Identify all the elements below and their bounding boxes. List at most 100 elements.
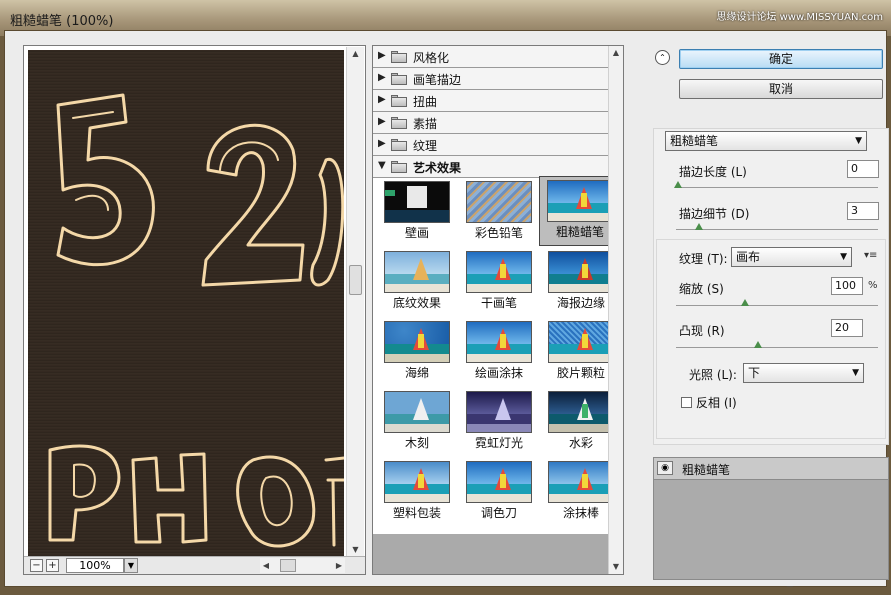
- stroke-detail-input[interactable]: 3: [847, 202, 879, 220]
- scroll-up-arrow-icon[interactable]: ▲: [347, 47, 364, 61]
- zoom-dropdown-icon[interactable]: ▼: [124, 558, 138, 573]
- thumbnail-label: 木刻: [404, 436, 429, 450]
- effect-layer-label: 粗糙蜡笔: [682, 463, 731, 477]
- filter-category-brush-strokes[interactable]: ▶ 画笔描边: [373, 68, 609, 90]
- filter-category-texture[interactable]: ▶ 纹理: [373, 134, 609, 156]
- scaling-track: [676, 305, 878, 306]
- eye-icon[interactable]: ◉: [657, 461, 673, 475]
- filter-list-scrollbar[interactable]: ▲ ▼: [608, 46, 623, 574]
- filter-thumb-palette-knife[interactable]: 调色刀: [459, 458, 539, 528]
- scroll-up-arrow-icon[interactable]: ▲: [609, 46, 623, 60]
- stroke-detail-slider[interactable]: [695, 223, 703, 230]
- texture-select-value: 画布: [736, 250, 761, 264]
- texture-select[interactable]: 画布 ▼: [731, 247, 852, 267]
- stroke-length-slider[interactable]: [674, 181, 682, 188]
- filter-thumb-underpainting[interactable]: 底纹效果: [377, 248, 457, 318]
- preview-horizontal-scrollbar[interactable]: ◀ ▶: [260, 558, 345, 573]
- expand-arrow-icon[interactable]: ▶: [378, 138, 386, 149]
- thumbnail-image: [548, 251, 614, 293]
- thumbnail-image: [384, 251, 450, 293]
- category-label: 素描: [413, 117, 438, 131]
- category-label: 画笔描边: [413, 73, 462, 87]
- filter-category-distort[interactable]: ▶ 扭曲: [373, 90, 609, 112]
- thumbnail-image: [548, 461, 614, 503]
- scroll-right-arrow-icon[interactable]: ▶: [333, 558, 345, 573]
- cancel-button[interactable]: 取消: [679, 79, 883, 99]
- invert-checkbox[interactable]: [681, 397, 692, 408]
- effect-layer-row[interactable]: ◉ 粗糙蜡笔: [654, 458, 888, 480]
- filter-select-value: 粗糙蜡笔: [670, 134, 719, 148]
- thumbnail-label: 彩色铅笔: [474, 226, 523, 240]
- thumbnail-image: [548, 391, 614, 433]
- thumbnail-image: [466, 181, 532, 223]
- filter-gallery-dialog: ▲ ▼ − + 100% ▼ ◀ ▶ ▶ 风格化 ▶ 画笔描边 ▶ 扭曲 ▶ 素…: [4, 30, 890, 595]
- preview-vertical-scrollbar[interactable]: ▲ ▼: [346, 47, 364, 557]
- thumbnail-image: [466, 461, 532, 503]
- scaling-slider[interactable]: [741, 299, 749, 306]
- filter-thumb-rough-pastels[interactable]: 粗糙蜡笔: [539, 176, 619, 246]
- folder-icon: [391, 95, 407, 107]
- thumbnail-label: 调色刀: [480, 506, 517, 520]
- light-select[interactable]: 下 ▼: [743, 363, 864, 383]
- relief-slider[interactable]: [754, 341, 762, 348]
- thumbnail-label: 绘画涂抹: [474, 366, 523, 380]
- thumbnail-image: [466, 251, 532, 293]
- preview-panel: ▲ ▼ − + 100% ▼ ◀ ▶: [23, 45, 366, 575]
- filter-thumb-paint-daubs[interactable]: 绘画涂抹: [459, 318, 539, 388]
- filter-list-empty-area: [373, 534, 609, 574]
- ok-button[interactable]: 确定: [679, 49, 883, 69]
- filter-category-stylize[interactable]: ▶ 风格化: [373, 46, 609, 68]
- filter-thumb-cutout[interactable]: 木刻: [377, 388, 457, 458]
- watermark: 思缘设计论坛 www.MISSYUAN.com: [716, 12, 883, 23]
- thumbnail-image: [466, 391, 532, 433]
- thumbnail-image: [466, 321, 532, 363]
- zoom-out-button[interactable]: −: [30, 559, 43, 572]
- stroke-detail-label: 描边细节 (D): [679, 207, 750, 221]
- filter-select[interactable]: 粗糙蜡笔 ▼: [665, 131, 867, 151]
- scroll-left-arrow-icon[interactable]: ◀: [260, 558, 272, 573]
- stroke-length-input[interactable]: 0: [847, 160, 879, 178]
- settings-panel: ⌃ 确定 取消 粗糙蜡笔 ▼ 描边长度 (L) 0 描边细节 (D) 3 纹理 …: [628, 45, 890, 595]
- collapse-gallery-icon[interactable]: ⌃: [655, 50, 670, 65]
- collapse-arrow-icon[interactable]: ▼: [378, 160, 386, 171]
- thumbnail-image: [547, 180, 613, 222]
- expand-arrow-icon[interactable]: ▶: [378, 50, 386, 61]
- filter-thumb-neon-glow[interactable]: 霓虹灯光: [459, 388, 539, 458]
- invert-label: 反相 (I): [696, 396, 737, 410]
- thumbnail-image: [384, 181, 450, 223]
- folder-icon: [391, 139, 407, 151]
- scrollbar-thumb[interactable]: [349, 265, 362, 295]
- expand-arrow-icon[interactable]: ▶: [378, 72, 386, 83]
- relief-input[interactable]: 20: [831, 319, 863, 337]
- expand-arrow-icon[interactable]: ▶: [378, 116, 386, 127]
- texture-menu-icon[interactable]: ▾≡: [864, 250, 877, 261]
- horizontal-scrollbar-thumb[interactable]: [280, 559, 296, 572]
- relief-label: 凸现 (R): [679, 324, 725, 338]
- filter-thumb-plastic-wrap[interactable]: 塑料包装: [377, 458, 457, 528]
- scroll-down-arrow-icon[interactable]: ▼: [609, 560, 623, 574]
- scroll-down-arrow-icon[interactable]: ▼: [347, 543, 364, 557]
- thumbnail-label: 干画笔: [480, 296, 517, 310]
- category-label: 扭曲: [413, 95, 438, 109]
- category-label: 风格化: [413, 51, 450, 65]
- filter-category-sketch[interactable]: ▶ 素描: [373, 112, 609, 134]
- filter-thumb-dry-brush[interactable]: 干画笔: [459, 248, 539, 318]
- relief-track: [676, 347, 878, 348]
- chevron-down-icon: ▼: [855, 136, 862, 146]
- filter-thumb-sponge[interactable]: 海绵: [377, 318, 457, 388]
- filter-category-artistic[interactable]: ▼ 艺术效果: [373, 156, 609, 178]
- effect-layers-panel: ◉ 粗糙蜡笔: [653, 457, 889, 580]
- zoom-in-button[interactable]: +: [46, 559, 59, 572]
- filter-thumb-colored-pencil[interactable]: 彩色铅笔: [459, 178, 539, 248]
- thumbnail-image: [384, 321, 450, 363]
- stroke-length-label: 描边长度 (L): [679, 165, 747, 179]
- thumbnail-label: 底纹效果: [392, 296, 441, 310]
- expand-arrow-icon[interactable]: ▶: [378, 94, 386, 105]
- category-label: 艺术效果: [413, 161, 462, 175]
- chevron-down-icon: ▼: [840, 252, 847, 262]
- zoom-level-field[interactable]: 100%: [66, 558, 124, 573]
- filter-thumb-fresco[interactable]: 壁画: [377, 178, 457, 248]
- scaling-input[interactable]: 100: [831, 277, 863, 295]
- thumbnail-label: 霓虹灯光: [474, 436, 523, 450]
- window-title: 粗糙蜡笔 (100%): [10, 14, 114, 29]
